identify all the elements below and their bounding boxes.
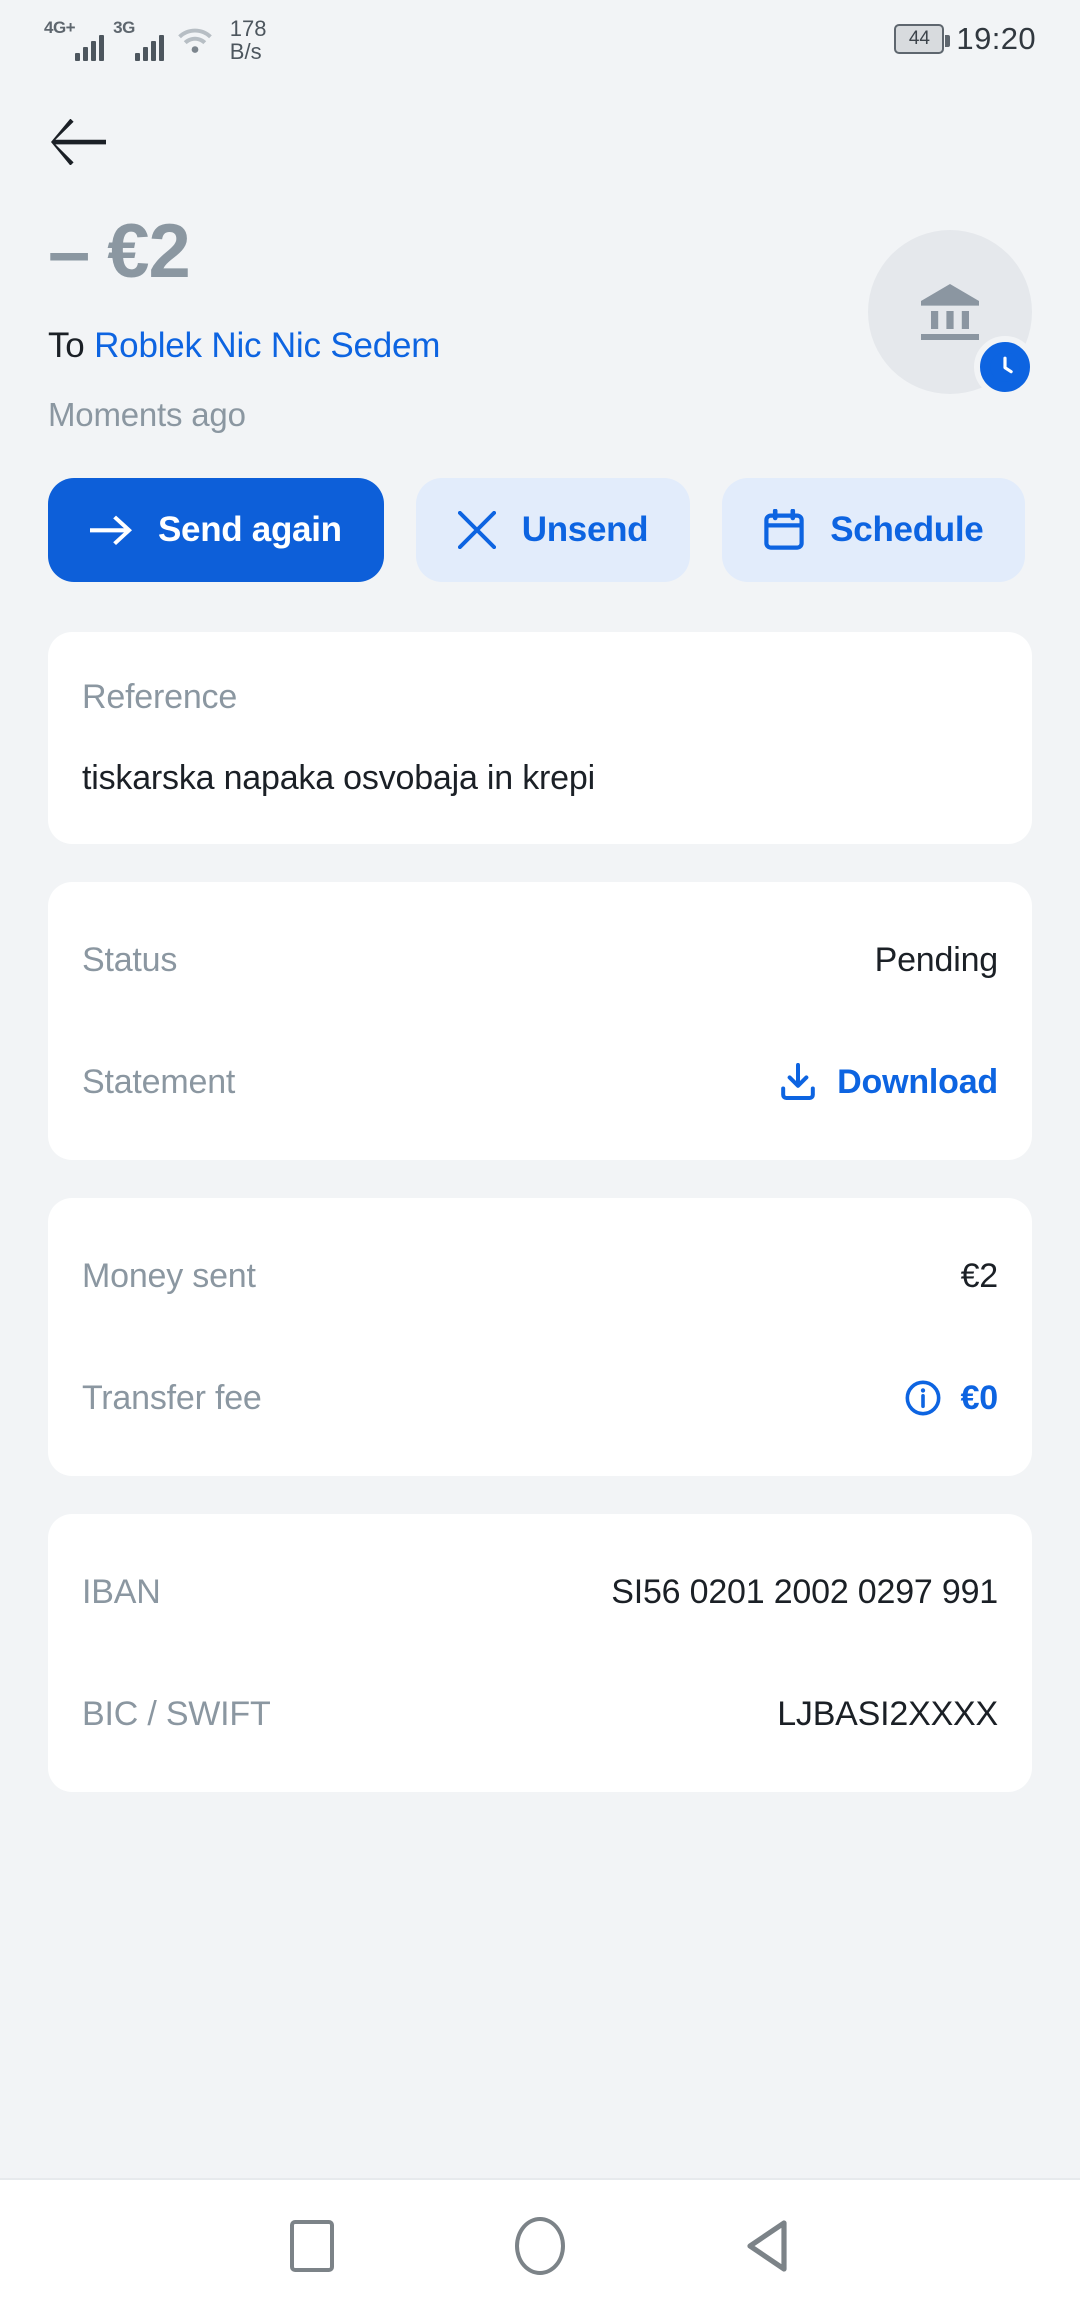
battery-icon: 44 [894, 24, 951, 54]
arrow-right-icon [90, 515, 132, 546]
bic-label: BIC / SWIFT [82, 1694, 271, 1733]
transfer-fee-value-wrap[interactable]: €0 [905, 1379, 998, 1418]
status-card: Status Pending Statement Download [48, 882, 1032, 1161]
unsend-button[interactable]: Unsend [415, 478, 691, 583]
signal-secondary: 3G [113, 19, 164, 61]
status-badge [974, 336, 1036, 398]
square-icon [290, 2220, 334, 2272]
iban-value: SI56 0201 2002 0297 991 [611, 1572, 998, 1611]
transaction-time-ago: Moments ago [48, 396, 246, 434]
status-value: Pending [874, 940, 999, 979]
signal-primary: 4G+ [44, 18, 105, 61]
status-bar-right: 44 19:20 [894, 21, 1036, 57]
clock-label: 19:20 [956, 21, 1036, 56]
triangle-back-icon [747, 2220, 787, 2272]
recipient-name-link[interactable]: Roblek Nic Nic Sedem [94, 326, 440, 365]
bank-details-card: IBAN SI56 0201 2002 0297 991 BIC / SWIFT… [48, 1514, 1032, 1793]
arrow-left-icon [51, 119, 106, 165]
signal-bars-primary-icon [75, 31, 105, 61]
transfer-fee-label: Transfer fee [82, 1378, 262, 1417]
unsend-label: Unsend [521, 510, 649, 550]
schedule-label: Schedule [830, 510, 984, 550]
detail-card-list: Reference tiskarska napaka osvobaja in k… [0, 632, 1080, 1793]
top-bar [0, 78, 1080, 178]
status-bar: 4G+ 3G 178 B/s 44 19:20 [0, 0, 1080, 78]
recents-button[interactable] [280, 2214, 344, 2278]
recipient-avatar-wrap [868, 230, 1036, 398]
home-button[interactable] [508, 2214, 572, 2278]
status-row: Status Pending [82, 928, 998, 992]
amount-value: €2 [107, 209, 191, 294]
status-label: Status [82, 940, 178, 979]
money-sent-value: €2 [960, 1256, 999, 1295]
data-speed-unit: B/s [229, 39, 262, 64]
amounts-card: Money sent €2 Transfer fee €0 [48, 1198, 1032, 1477]
action-button-row: Send again Unsend Schedule [0, 478, 1080, 583]
reference-card: Reference tiskarska napaka osvobaja in k… [48, 632, 1032, 845]
clock-icon [990, 352, 1020, 382]
data-speed-value: 178 [229, 16, 267, 41]
to-label: To [48, 326, 85, 365]
send-again-label: Send again [158, 510, 342, 550]
iban-row: IBAN SI56 0201 2002 0297 991 [82, 1560, 998, 1624]
system-navigation-bar [0, 2180, 1080, 2312]
reference-label: Reference [82, 678, 238, 717]
money-sent-label: Money sent [82, 1256, 256, 1295]
bic-value: LJBASI2XXXX [777, 1694, 998, 1733]
wifi-icon [175, 23, 215, 60]
money-sent-row: Money sent €2 [82, 1244, 998, 1308]
data-speed: 178 B/s [230, 17, 267, 63]
system-back-button[interactable] [736, 2214, 800, 2278]
bic-row: BIC / SWIFT LJBASI2XXXX [82, 1682, 998, 1746]
back-button[interactable] [44, 106, 116, 178]
iban-label: IBAN [82, 1572, 161, 1611]
transaction-header: – €2 To Roblek Nic Nic Sedem Moments ago [0, 178, 1080, 434]
network-type-secondary-label: 3G [113, 18, 135, 37]
reference-value: tiskarska napaka osvobaja in krepi [82, 759, 595, 798]
transfer-fee-row: Transfer fee €0 [82, 1366, 998, 1430]
transfer-fee-value: €0 [960, 1378, 999, 1417]
signal-bars-secondary-icon [134, 31, 164, 61]
statement-label: Statement [82, 1062, 236, 1101]
status-bar-left: 4G+ 3G 178 B/s [44, 17, 267, 63]
download-statement-button[interactable]: Download [779, 1063, 998, 1102]
download-label: Download [837, 1062, 998, 1101]
download-icon [781, 1063, 815, 1101]
network-type-primary-label: 4G+ [44, 18, 76, 37]
calendar-icon [764, 509, 804, 550]
amount-sign: – [48, 209, 90, 294]
bank-icon [921, 284, 979, 340]
close-icon [457, 511, 496, 550]
schedule-button[interactable]: Schedule [722, 478, 1026, 583]
send-again-button[interactable]: Send again [48, 478, 384, 583]
circle-icon [515, 2217, 565, 2275]
statement-row: Statement Download [82, 1050, 998, 1114]
info-icon [905, 1380, 941, 1416]
